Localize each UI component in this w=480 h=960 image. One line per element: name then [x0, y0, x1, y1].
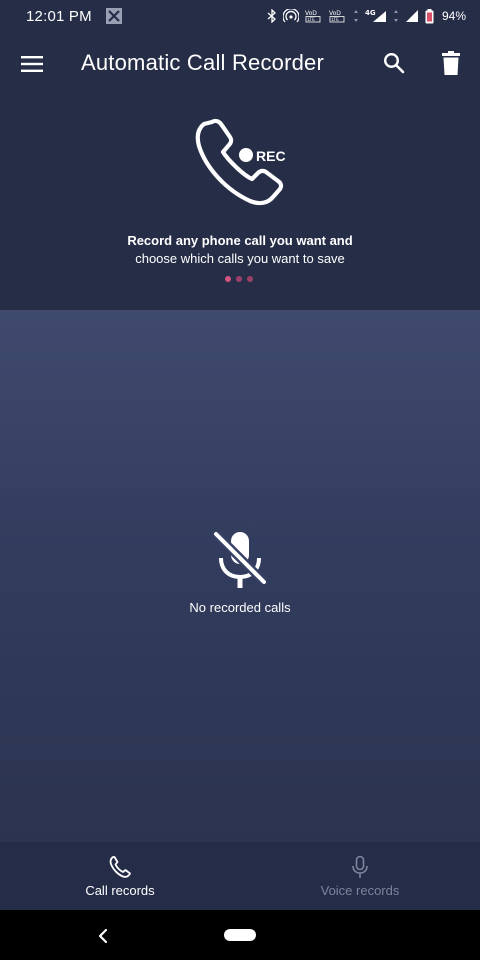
app-bar: Automatic Call Recorder [0, 32, 480, 96]
status-bar: 12:01 PM VoD LTE VoD LTE 4G 94% [0, 0, 480, 32]
tab-voice-records[interactable]: Voice records [240, 842, 480, 910]
status-time: 12:01 PM [26, 7, 92, 25]
battery-icon [425, 8, 434, 23]
banner-subtext: choose which calls you want to save [135, 251, 345, 266]
tab-voice-records-label: Voice records [320, 883, 400, 898]
hotspot-icon [282, 9, 299, 23]
bluetooth-icon [267, 9, 276, 23]
volte-icon-2: VoD LTE [329, 10, 345, 23]
call-records-list: No recorded calls [0, 310, 480, 842]
svg-text:4G: 4G [365, 9, 376, 17]
banner-headline: Record any phone call you want and [127, 233, 353, 248]
data-arrows-icon-2 [393, 10, 398, 22]
page-dot[interactable] [247, 276, 253, 282]
data-arrows-icon [353, 10, 358, 22]
signal-icon [405, 10, 418, 22]
search-icon [383, 52, 405, 74]
page-indicator [225, 276, 253, 282]
rec-label: REC [256, 148, 286, 164]
svg-text:VoD: VoD [329, 10, 341, 17]
menu-button[interactable] [18, 52, 46, 76]
page-dot[interactable] [225, 276, 231, 282]
page-dot[interactable] [236, 276, 242, 282]
x-notification-icon [105, 8, 122, 24]
microphone-icon [348, 855, 372, 879]
intro-banner[interactable]: REC Record any phone call you want and c… [0, 96, 480, 310]
empty-state-text: No recorded calls [189, 600, 291, 615]
svg-text:LTE: LTE [307, 17, 315, 23]
battery-percent: 94% [441, 9, 466, 23]
phone-icon [108, 855, 132, 879]
app-title: Automatic Call Recorder [81, 50, 325, 75]
system-navigation-bar [0, 910, 480, 960]
search-button[interactable] [380, 49, 408, 77]
phone-rec-icon: REC [195, 118, 286, 206]
volte-icon: VoD LTE [305, 10, 321, 23]
bottom-navigation: Call records Voice records [0, 842, 480, 910]
back-chevron-icon[interactable] [94, 927, 112, 945]
status-icons: VoD LTE VoD LTE 4G 94% [267, 8, 466, 24]
svg-text:VoD: VoD [305, 10, 317, 17]
svg-text:LTE: LTE [331, 17, 339, 23]
trash-icon [442, 51, 460, 75]
signal-4g-icon: 4G [365, 9, 386, 22]
delete-button[interactable] [437, 47, 465, 79]
tab-call-records-label: Call records [85, 883, 155, 898]
tab-call-records[interactable]: Call records [0, 842, 240, 910]
home-button[interactable] [224, 929, 256, 941]
mic-off-icon [212, 530, 268, 588]
hamburger-menu-icon [21, 56, 43, 72]
